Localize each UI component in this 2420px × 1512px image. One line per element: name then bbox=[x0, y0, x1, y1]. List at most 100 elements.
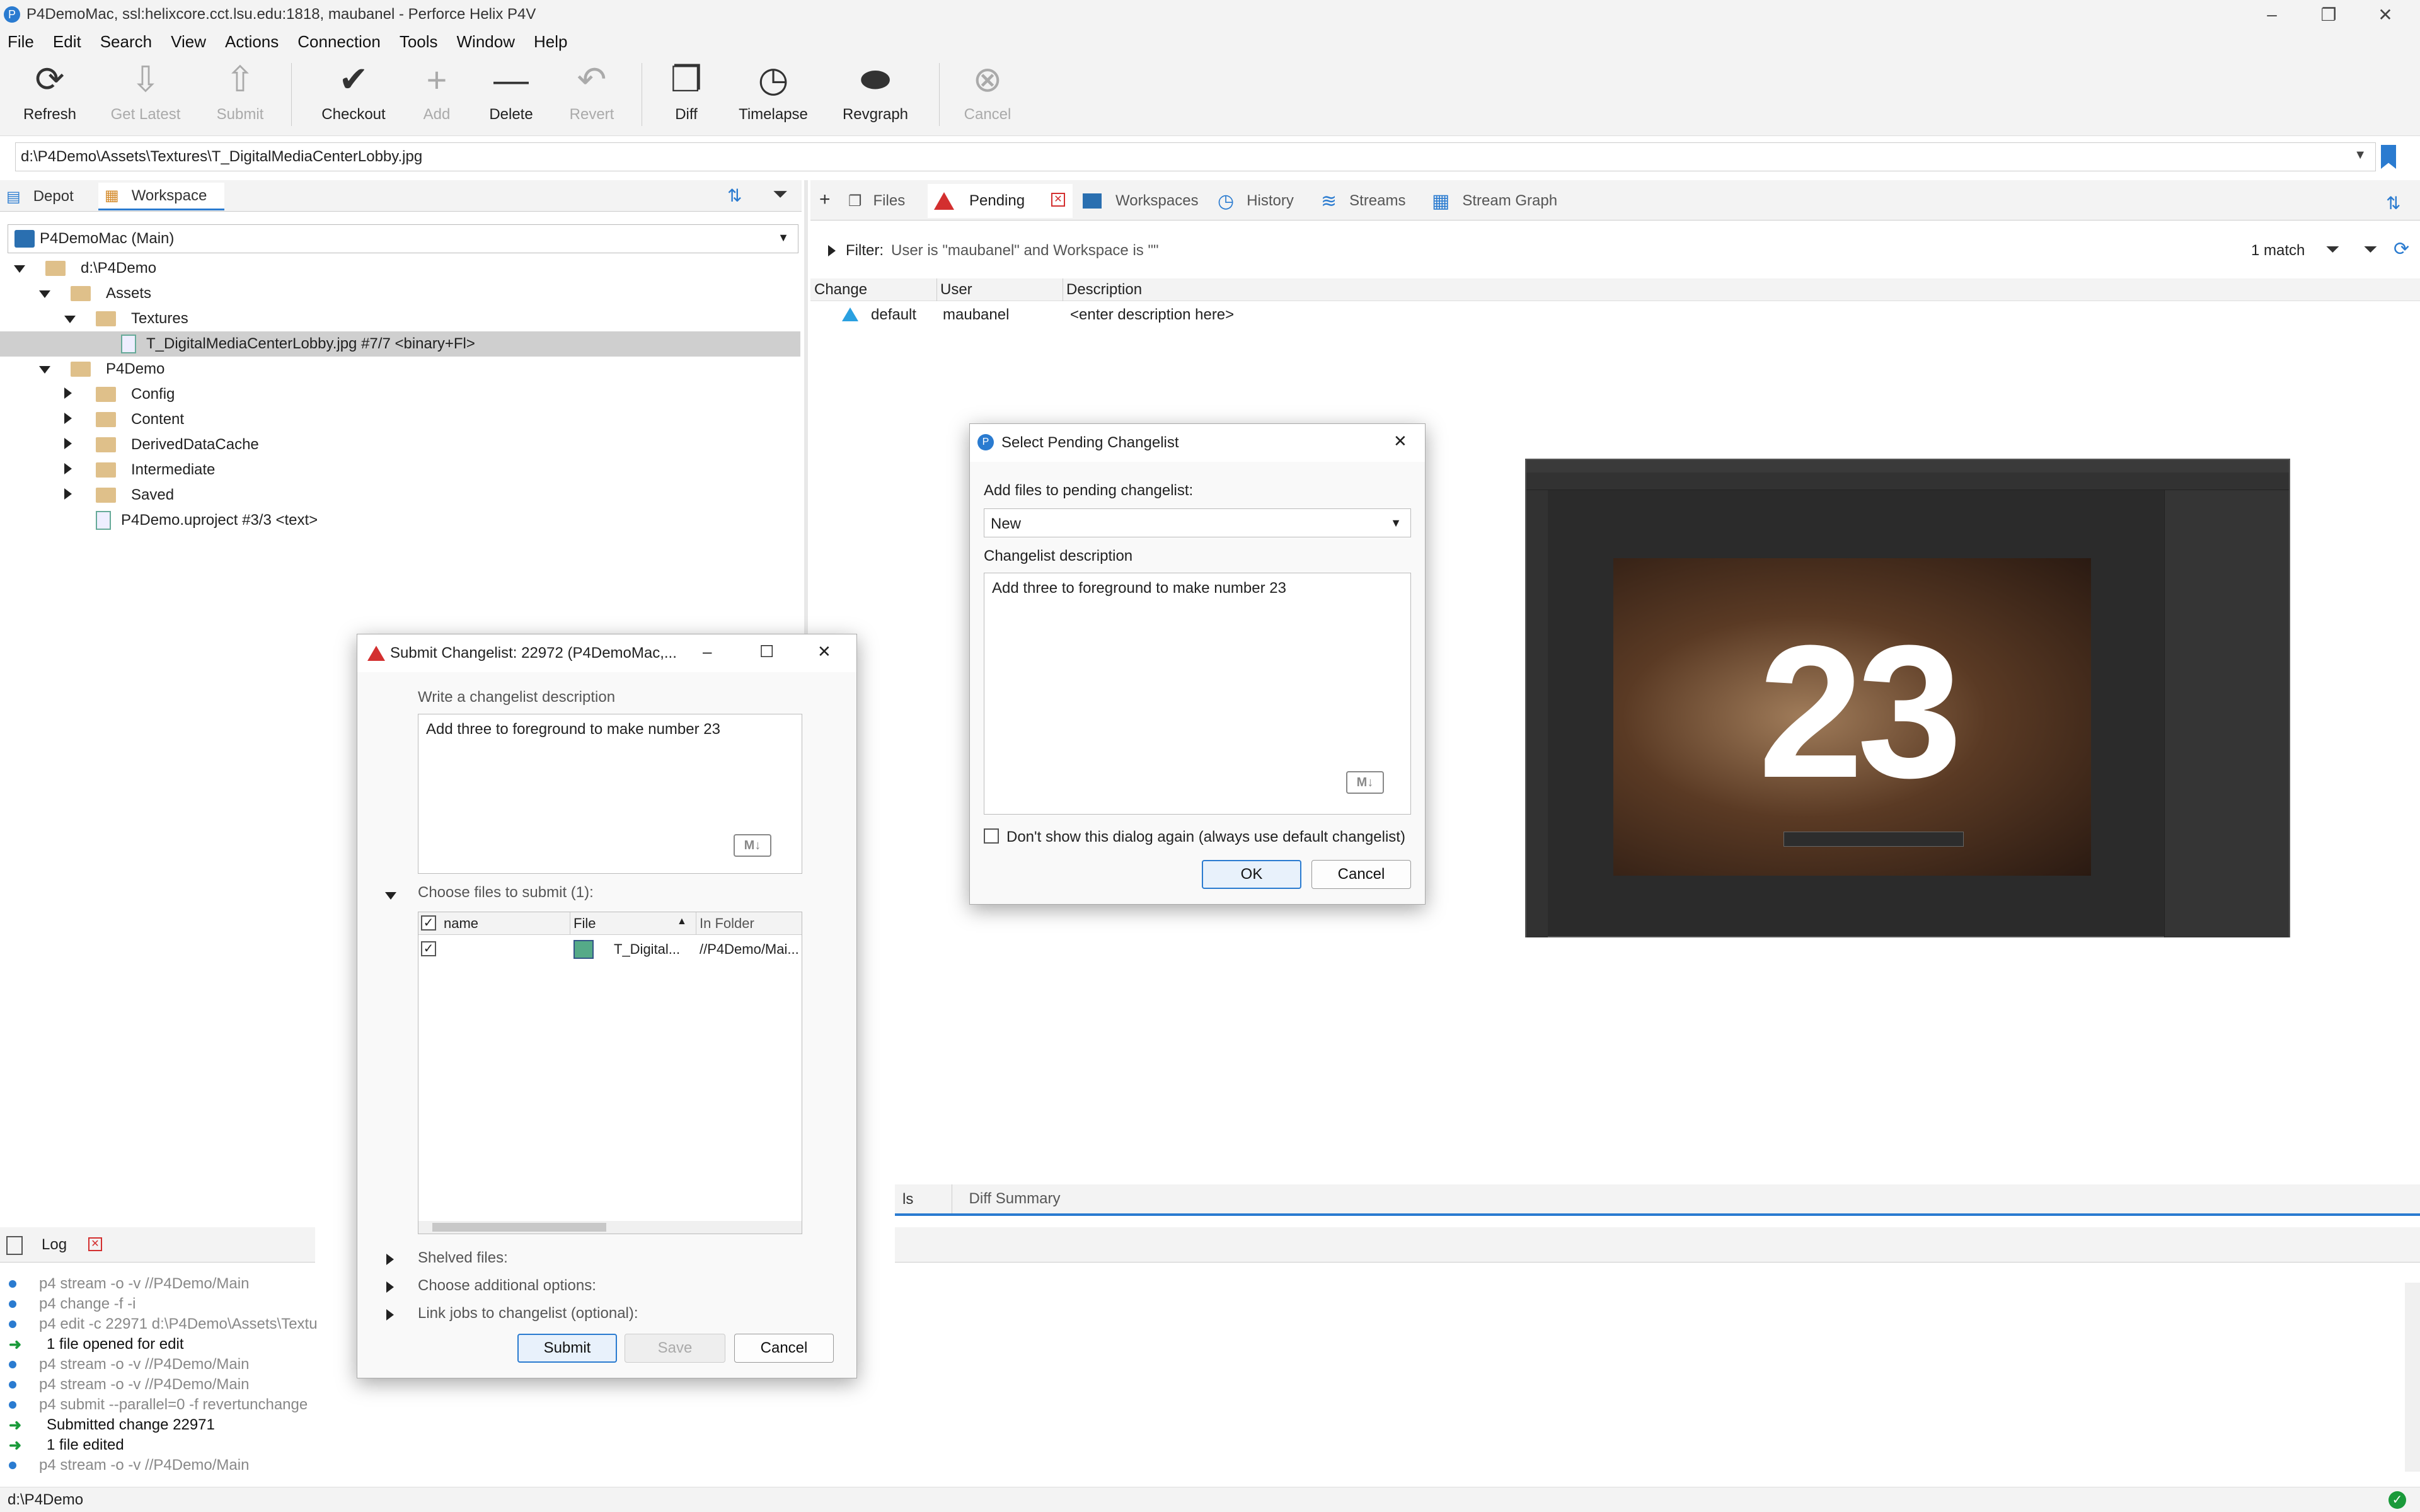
expand-icon[interactable] bbox=[64, 488, 72, 500]
tab-files[interactable]: ❐ Files bbox=[848, 184, 924, 218]
add-files-label: Add files to pending changelist: bbox=[984, 482, 1194, 499]
collapse-files-icon[interactable] bbox=[385, 886, 396, 904]
revert-button[interactable]: ↶ Revert bbox=[544, 54, 639, 136]
submit-toolbar-button[interactable]: ⇧ Submit bbox=[193, 54, 287, 136]
filter-icon[interactable]: ⏷ bbox=[2363, 239, 2377, 260]
select-pending-changelist-dialog: P Select Pending Changelist ✕ Add files … bbox=[969, 423, 1426, 905]
dont-show-checkbox[interactable] bbox=[984, 828, 999, 844]
changelist-select[interactable]: New ▼ bbox=[984, 508, 1411, 537]
menu-view[interactable]: View bbox=[171, 32, 206, 52]
tab-pending[interactable]: Pending ✕ bbox=[928, 184, 1073, 218]
tree-folder-item[interactable]: Config bbox=[0, 382, 800, 407]
close-dialog-button[interactable]: ✕ bbox=[817, 642, 831, 662]
expand-icon[interactable] bbox=[64, 438, 72, 449]
clear-filter-icon[interactable]: ⏷ bbox=[2325, 239, 2339, 260]
tab-depot[interactable]: ▤ Depot bbox=[6, 183, 95, 210]
workspace-select[interactable]: P4DemoMac (Main) ▼ bbox=[8, 224, 798, 253]
chevron-down-icon[interactable]: ▼ bbox=[2354, 148, 2366, 163]
file-checkbox[interactable]: ✓ bbox=[421, 941, 436, 956]
checkout-button[interactable]: ✔ Checkout bbox=[306, 54, 401, 136]
timelapse-button[interactable]: ◷ Timelapse bbox=[726, 54, 821, 136]
expand-icon[interactable] bbox=[64, 463, 72, 474]
minimize-button[interactable]: – bbox=[703, 642, 712, 662]
minimize-button[interactable]: – bbox=[2244, 0, 2300, 29]
folder-icon bbox=[96, 387, 116, 402]
sort-icon[interactable]: ⇅ bbox=[2386, 193, 2400, 214]
submit-button[interactable]: Submit bbox=[517, 1334, 617, 1363]
tab-history[interactable]: ◷ History bbox=[1218, 184, 1312, 218]
expand-options-icon[interactable] bbox=[386, 1280, 394, 1297]
tab-details[interactable]: ls bbox=[902, 1191, 913, 1208]
tab-diff-summary[interactable]: Diff Summary bbox=[952, 1184, 1078, 1213]
add-tab-icon[interactable]: + bbox=[819, 189, 831, 210]
menu-help[interactable]: Help bbox=[534, 32, 567, 52]
tree-folder-item[interactable]: Content bbox=[0, 407, 800, 432]
menu-tools[interactable]: Tools bbox=[400, 32, 438, 52]
menu-edit[interactable]: Edit bbox=[53, 32, 81, 52]
select-all-checkbox[interactable]: ✓ bbox=[421, 915, 436, 931]
collapse-icon[interactable] bbox=[64, 316, 76, 323]
tab-stream-graph[interactable]: ▦ Stream Graph bbox=[1432, 184, 1570, 218]
horizontal-scrollbar[interactable] bbox=[418, 1221, 802, 1234]
menu-file[interactable]: File bbox=[8, 32, 34, 52]
close-window-button[interactable]: ✕ bbox=[2357, 0, 2414, 29]
cancel-button[interactable]: Cancel bbox=[1311, 860, 1411, 889]
tree-folder-item[interactable]: d:\P4Demo bbox=[0, 256, 800, 281]
scrollbar-thumb[interactable] bbox=[432, 1223, 606, 1232]
path-input[interactable]: d:\P4Demo\Assets\Textures\T_DigitalMedia… bbox=[15, 142, 2376, 171]
collapse-icon[interactable] bbox=[39, 290, 50, 298]
revgraph-icon: ⬬ bbox=[860, 59, 890, 99]
close-tab-icon[interactable]: ✕ bbox=[88, 1237, 102, 1251]
ok-button[interactable]: OK bbox=[1202, 860, 1301, 889]
menu-window[interactable]: Window bbox=[457, 32, 515, 52]
maximize-button[interactable]: ☐ bbox=[759, 642, 774, 662]
dont-show-label[interactable]: Don't show this dialog again (always use… bbox=[1006, 828, 1405, 846]
markdown-icon[interactable]: M↓ bbox=[734, 834, 771, 857]
sort-icon[interactable]: ⇅ bbox=[727, 185, 742, 206]
description-textarea[interactable]: Add three to foreground to make number 2… bbox=[418, 714, 802, 874]
collapse-icon[interactable] bbox=[39, 366, 50, 374]
expand-filter-icon[interactable] bbox=[828, 245, 836, 256]
expand-icon[interactable] bbox=[64, 413, 72, 424]
tree-item-label: Intermediate bbox=[131, 461, 216, 478]
table-row[interactable]: ✓ T_Digital... //P4Demo/Mai... bbox=[418, 936, 802, 961]
revgraph-button[interactable]: ⬬ Revgraph bbox=[828, 54, 923, 136]
tab-workspaces[interactable]: Workspaces bbox=[1083, 184, 1221, 218]
tree-folder-item[interactable]: Intermediate bbox=[0, 457, 800, 483]
tree-folder-item[interactable]: P4Demo bbox=[0, 357, 800, 382]
menu-search[interactable]: Search bbox=[100, 32, 152, 52]
p4v-icon: P bbox=[977, 434, 994, 450]
tree-folder-item[interactable]: Assets bbox=[0, 281, 800, 306]
close-tab-icon[interactable]: ✕ bbox=[1051, 193, 1065, 207]
tree-folder-item[interactable]: Textures bbox=[0, 306, 800, 331]
diff-button[interactable]: ❐ Diff bbox=[639, 54, 734, 136]
filter-icon[interactable]: ⏷ bbox=[773, 184, 788, 205]
bookmark-icon[interactable] bbox=[2381, 145, 2396, 169]
expand-jobs-icon[interactable] bbox=[386, 1307, 394, 1325]
tab-streams[interactable]: ≋ Streams bbox=[1321, 184, 1415, 218]
tree-folder-item[interactable]: Saved bbox=[0, 483, 800, 508]
tab-log[interactable]: Log bbox=[42, 1236, 67, 1254]
tree-item-label: P4Demo bbox=[106, 360, 165, 377]
collapse-icon[interactable] bbox=[14, 265, 25, 273]
cancel-toolbar-button[interactable]: ⊗ Cancel bbox=[940, 54, 1035, 136]
tree-file-item[interactable]: T_DigitalMediaCenterLobby.jpg #7/7 <bina… bbox=[0, 331, 800, 357]
menu-connection[interactable]: Connection bbox=[297, 32, 381, 52]
get-latest-button[interactable]: ⇩ Get Latest bbox=[98, 54, 193, 136]
refresh-button[interactable]: ⟳ Refresh bbox=[3, 54, 97, 136]
tree-folder-item[interactable]: DerivedDataCache bbox=[0, 432, 800, 457]
expand-icon[interactable] bbox=[64, 387, 72, 399]
expand-shelved-icon[interactable] bbox=[386, 1252, 394, 1269]
menu-actions[interactable]: Actions bbox=[225, 32, 279, 52]
save-button[interactable]: Save bbox=[625, 1334, 725, 1363]
close-dialog-button[interactable]: ✕ bbox=[1393, 432, 1407, 451]
table-row[interactable]: default maubanel <enter description here… bbox=[810, 302, 2420, 328]
maximize-button[interactable]: ❐ bbox=[2300, 0, 2357, 29]
tab-workspace[interactable]: ▦ Workspace bbox=[98, 183, 224, 210]
refresh-filter-icon[interactable]: ⟳ bbox=[2394, 238, 2409, 260]
cancel-button[interactable]: Cancel bbox=[734, 1334, 834, 1363]
log-scrollbar[interactable] bbox=[2405, 1283, 2420, 1472]
markdown-icon[interactable]: M↓ bbox=[1346, 771, 1384, 794]
tree-file-item[interactable]: P4Demo.uproject #3/3 <text> bbox=[0, 508, 800, 533]
description-textarea[interactable]: Add three to foreground to make number 2… bbox=[984, 573, 1411, 815]
